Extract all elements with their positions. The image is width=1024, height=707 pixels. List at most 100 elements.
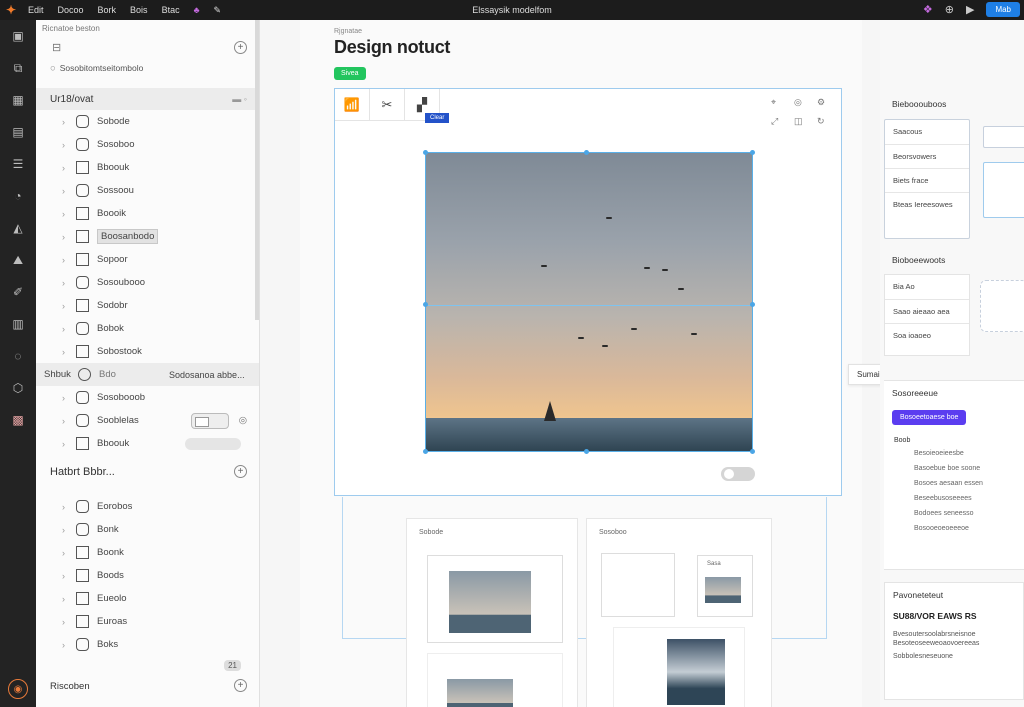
prop-item[interactable]: Soa ioaoeo bbox=[885, 323, 969, 347]
layer-row[interactable]: › Sosobooob bbox=[36, 386, 259, 409]
resize-handle[interactable] bbox=[584, 449, 589, 454]
preview-card[interactable]: Sobode bbox=[406, 518, 578, 707]
sunset-photo[interactable] bbox=[425, 152, 753, 452]
components-icon[interactable]: ⧉ bbox=[0, 52, 36, 84]
shapes-icon[interactable]: ◭ bbox=[0, 212, 36, 244]
artboard[interactable]: Rjgnatae Design notuct Sivea 📶 ✂ ▞ Clear… bbox=[300, 20, 911, 707]
menu-item-bork[interactable]: Bork bbox=[98, 5, 117, 16]
chevron-right-icon[interactable]: › bbox=[62, 502, 76, 512]
chevron-right-icon[interactable]: › bbox=[62, 393, 76, 403]
chevron-right-icon[interactable]: › bbox=[62, 117, 76, 127]
opacity-slider[interactable] bbox=[185, 437, 241, 450]
chevron-right-icon[interactable]: › bbox=[62, 548, 76, 558]
tag-icon[interactable]: ⬡ bbox=[0, 372, 36, 404]
frame-toggle[interactable] bbox=[721, 467, 755, 481]
resize-handle[interactable] bbox=[750, 449, 755, 454]
chart-icon[interactable]: 📶 bbox=[335, 89, 370, 121]
chevron-right-icon[interactable]: › bbox=[62, 640, 76, 650]
chevron-right-icon[interactable]: › bbox=[62, 571, 76, 581]
chevron-right-icon[interactable]: › bbox=[62, 347, 76, 357]
assets-icon[interactable]: ▤ bbox=[0, 116, 36, 148]
resize-handle[interactable] bbox=[423, 449, 428, 454]
layer-row[interactable]: › Boonk bbox=[36, 541, 259, 564]
layers-section[interactable]: Ur18/ovat ▬ ◦ bbox=[36, 88, 259, 110]
canvas[interactable]: Rjgnatae Design notuct Sivea 📶 ✂ ▞ Clear… bbox=[260, 20, 911, 707]
layer-row[interactable]: › Bonk bbox=[36, 518, 259, 541]
frame-tool-icon[interactable]: ▣ bbox=[0, 20, 36, 52]
layer-row[interactable]: › Eorobos bbox=[36, 495, 259, 518]
menu-item-bois[interactable]: Bois bbox=[130, 5, 148, 16]
chevron-right-icon[interactable]: › bbox=[62, 163, 76, 173]
prop-preview-box[interactable] bbox=[983, 162, 1024, 218]
app-logo-icon[interactable]: ✦ bbox=[6, 3, 20, 17]
prop-item[interactable]: Bia Ao bbox=[885, 275, 969, 299]
add-group-icon[interactable]: + bbox=[234, 465, 247, 478]
layers-search[interactable]: ○ Sosobitomtseitombolo bbox=[36, 56, 259, 80]
layer-row[interactable]: › Euroas bbox=[36, 610, 259, 633]
plugin-icon[interactable]: ♣ bbox=[194, 5, 200, 16]
prop-preview-box[interactable] bbox=[983, 126, 1024, 148]
preview-card[interactable]: Sosoboo Sasa bbox=[586, 518, 772, 707]
layer-row[interactable]: › Boods bbox=[36, 564, 259, 587]
chevron-right-icon[interactable]: › bbox=[62, 525, 76, 535]
chevron-right-icon[interactable]: › bbox=[62, 278, 76, 288]
layer-row-selected[interactable]: › Boosanbodo bbox=[36, 225, 259, 248]
frame-tag[interactable]: Clear bbox=[425, 113, 450, 123]
chevron-right-icon[interactable]: › bbox=[62, 416, 76, 426]
resize-handle[interactable] bbox=[750, 302, 755, 307]
search-input[interactable]: Sosobitomtseitombolo bbox=[60, 63, 144, 73]
brush-icon[interactable]: ✐ bbox=[0, 276, 36, 308]
menu-item-edit[interactable]: Edit bbox=[28, 5, 44, 16]
layer-row[interactable]: › Sosoubooo bbox=[36, 271, 259, 294]
chevron-right-icon[interactable]: › bbox=[62, 439, 76, 449]
pen-icon[interactable]: ✎ bbox=[213, 5, 221, 16]
mountain-icon[interactable]: ⛰ bbox=[0, 244, 36, 276]
history-icon[interactable]: ◔ bbox=[0, 180, 36, 212]
add-group-icon[interactable]: + bbox=[234, 679, 247, 692]
layer-row[interactable]: › Sopoor bbox=[36, 248, 259, 271]
layer-row[interactable]: 21 bbox=[36, 656, 259, 674]
present-icon[interactable]: ▶ bbox=[966, 3, 974, 16]
layer-row[interactable]: › Eueolo bbox=[36, 587, 259, 610]
apps-icon[interactable]: ▩ bbox=[0, 404, 36, 436]
globe-icon[interactable]: ⊕ bbox=[945, 3, 954, 16]
prop-item[interactable]: Beorsvowers bbox=[885, 144, 969, 168]
layer-row[interactable]: › Sobode bbox=[36, 110, 259, 133]
link-icon[interactable]: ◎ bbox=[794, 97, 806, 108]
resize-handle[interactable] bbox=[584, 150, 589, 155]
prop-preview-box[interactable] bbox=[980, 280, 1024, 332]
settings-icon[interactable]: ⚙ bbox=[817, 97, 829, 108]
crop-icon[interactable]: ✂ bbox=[370, 89, 405, 121]
chevron-right-icon[interactable]: › bbox=[62, 594, 76, 604]
chevron-right-icon[interactable]: › bbox=[62, 617, 76, 627]
target-icon[interactable]: ◎ bbox=[239, 415, 247, 426]
chevron-right-icon[interactable]: › bbox=[62, 209, 76, 219]
menu-item-docoo[interactable]: Docoo bbox=[58, 5, 84, 16]
share-button[interactable]: Mab bbox=[986, 2, 1020, 17]
align-icon[interactable]: ⌖ bbox=[771, 97, 783, 108]
chevron-right-icon[interactable]: › bbox=[62, 140, 76, 150]
prop-item[interactable]: Bteas Iereesowes bbox=[885, 192, 969, 216]
primary-action-button[interactable]: Bosoeetoaese boe bbox=[892, 410, 967, 425]
resize-handle[interactable] bbox=[423, 150, 428, 155]
chat-icon[interactable]: ◌ bbox=[0, 340, 36, 372]
layer-row[interactable]: › Sosoboo bbox=[36, 133, 259, 156]
menu-item-btac[interactable]: Btac bbox=[162, 5, 180, 16]
chevron-right-icon[interactable]: › bbox=[62, 324, 76, 334]
resize-handle[interactable] bbox=[423, 302, 428, 307]
grid-icon[interactable]: ▥ bbox=[0, 308, 36, 340]
image-frame[interactable]: 📶 ✂ ▞ Clear ⌖ ◎ ⚙ ⤢ ◫ ↻ bbox=[334, 88, 842, 496]
section-collapse-icon[interactable]: ▬ ◦ bbox=[232, 94, 247, 104]
layer-row[interactable]: › Bboouk bbox=[36, 156, 259, 179]
mask-icon[interactable]: ◫ bbox=[794, 116, 806, 127]
table-icon[interactable]: ☰ bbox=[0, 148, 36, 180]
layers-group-bottom[interactable]: Riscoben + bbox=[36, 674, 259, 698]
resize-handle[interactable] bbox=[750, 150, 755, 155]
prop-item[interactable]: Biets frace bbox=[885, 168, 969, 192]
layer-row[interactable]: › Boks bbox=[36, 633, 259, 656]
chevron-right-icon[interactable]: › bbox=[62, 301, 76, 311]
add-layer-icon[interactable]: + bbox=[234, 41, 247, 54]
layer-row[interactable]: › Sossoou bbox=[36, 179, 259, 202]
layer-row[interactable]: › Sobostook bbox=[36, 340, 259, 363]
prop-item[interactable]: Saacous bbox=[885, 120, 969, 144]
